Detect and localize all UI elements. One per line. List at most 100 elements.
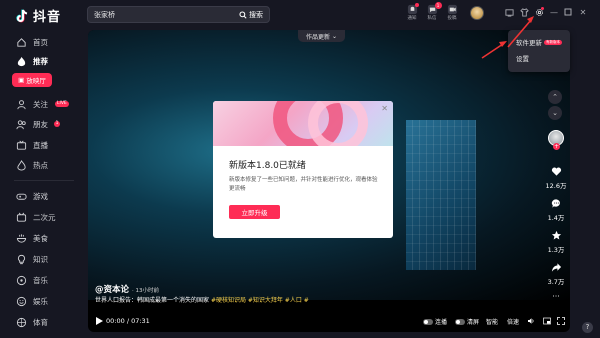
clear-screen-toggle[interactable]: 清屏 [455, 317, 479, 326]
volume-icon [528, 318, 534, 324]
more-button[interactable]: ··· [544, 292, 568, 301]
user-icon [17, 99, 26, 109]
sidebar-item-anime[interactable]: 二次元 [16, 210, 56, 224]
sidebar-item-sports[interactable]: 体育 [16, 315, 48, 329]
sidebar-item-home[interactable]: 首页 [16, 35, 48, 49]
sidebar-item-music[interactable]: 音乐 [16, 273, 48, 287]
user-avatar[interactable] [470, 6, 484, 20]
upgrade-now-button[interactable]: 立即升级 [229, 205, 280, 219]
search-button[interactable]: 搜索 [239, 10, 269, 20]
upload-button[interactable]: 投稿 [442, 4, 462, 21]
menu-item-software-update[interactable]: 软件更新 有新版本 [516, 37, 562, 47]
screen-cast-button[interactable] [504, 8, 514, 18]
minimize-button[interactable]: — [549, 8, 559, 18]
new-version-badge: 有新版本 [544, 39, 562, 45]
quality-button[interactable]: 智能 [486, 317, 498, 326]
post-time: · 13小时前 [131, 288, 159, 294]
volume-button[interactable] [527, 317, 535, 325]
update-dialog: ✕ 新版本1.8.0已就绪 新版本修复了一些已知问题，并针对性能进行优化，观看体… [213, 101, 393, 238]
app-name: 抖音 [33, 10, 62, 25]
upload-label: 投稿 [447, 16, 457, 21]
settings-button[interactable] [534, 7, 544, 18]
hashtags[interactable]: #硬核知识局 #知识大拜年 #人口 # [211, 297, 309, 304]
gamepad-icon [16, 193, 27, 200]
video-author[interactable]: @资本论 · 13小时前 [95, 283, 159, 295]
sidebar-divider [14, 180, 74, 181]
sidebar-item-live[interactable]: 直播 [16, 138, 48, 152]
comment-icon [551, 199, 560, 208]
app-logo[interactable]: 抖音 [14, 6, 61, 25]
notifications-label: 通知 [407, 16, 417, 21]
sidebar-item-theater[interactable]: ▣ 放映厅 [12, 73, 52, 87]
notifications-button[interactable]: 通知 [402, 3, 422, 21]
sidebar-item-label: 美食 [33, 233, 48, 243]
description-text: 世界人口报告：韩国成最第一个消失的国家 [95, 297, 210, 304]
food-icon [16, 233, 27, 243]
settings-menu: 软件更新 有新版本 设置 [508, 30, 570, 72]
skin-button[interactable] [519, 8, 529, 18]
comment-button[interactable]: 1.4万 [544, 198, 568, 222]
recommend-icon [17, 56, 26, 66]
sidebar-item-label: 音乐 [33, 275, 48, 285]
sidebar-item-label: 关注 [33, 99, 48, 109]
menu-item-settings[interactable]: 设置 [516, 53, 529, 63]
favorite-button[interactable]: 1.3万 [544, 230, 568, 254]
search-button-label: 搜索 [249, 10, 263, 19]
fullscreen-icon [557, 317, 565, 325]
star-icon [551, 230, 561, 240]
sidebar-item-label: 放映厅 [26, 77, 46, 85]
share-button[interactable]: 3.7万 [544, 262, 568, 286]
works-update-tab[interactable]: 作品更新 ⌄ [298, 30, 346, 42]
close-window-button[interactable]: ✕ [578, 8, 588, 18]
messages-button[interactable]: 1 私信 [422, 2, 442, 21]
chevron-down-icon: ⌄ [552, 109, 558, 117]
speed-button[interactable]: 倍速 [507, 317, 519, 326]
help-button[interactable]: ? [582, 322, 593, 333]
sidebar-item-label: 二次元 [33, 212, 56, 222]
sidebar-item-label: 热点 [33, 160, 48, 170]
like-button[interactable]: 12.6万 [544, 166, 568, 190]
sidebar-item-knowledge[interactable]: 知识 [16, 252, 48, 266]
maximize-button[interactable] [563, 8, 573, 18]
duration: 07:31 [131, 317, 150, 325]
follow-plus-icon[interactable]: + [553, 143, 560, 150]
fullscreen-button[interactable] [557, 317, 565, 325]
autoplay-toggle[interactable]: 连播 [423, 317, 447, 326]
minimize-icon: — [550, 8, 558, 17]
sidebar-item-recommend[interactable]: 推荐 [16, 54, 48, 68]
pip-button[interactable] [543, 317, 551, 325]
home-icon [17, 37, 26, 47]
sidebar-item-games[interactable]: 游戏 [16, 189, 48, 203]
sidebar-item-following[interactable]: 关注 LIVE [16, 97, 69, 111]
dialog-close-icon[interactable]: ✕ [381, 104, 388, 113]
entertainment-icon [16, 296, 27, 306]
sidebar-item-trending[interactable]: 热点 [16, 158, 48, 172]
next-video-button[interactable]: ⌄ [548, 106, 562, 120]
sidebar-item-label: 知识 [33, 254, 48, 264]
sidebar-item-label: 推荐 [33, 56, 48, 66]
author-name: @资本论 [95, 285, 130, 295]
menu-item-label: 软件更新 [516, 39, 542, 47]
shirt-icon [519, 8, 529, 17]
cast-icon [504, 9, 514, 17]
share-icon [551, 263, 561, 272]
play-icon[interactable] [96, 317, 103, 325]
sidebar-item-entertainment[interactable]: 娱乐 [16, 294, 48, 308]
friends-badge: 1 [54, 121, 60, 127]
close-icon: ✕ [579, 8, 587, 17]
search-input[interactable]: 张家桥 [88, 10, 239, 20]
message-icon: 1 [427, 2, 442, 15]
douyin-logo-icon [16, 9, 28, 22]
sidebar-item-food[interactable]: 美食 [16, 231, 48, 245]
sidebar-item-friends[interactable]: 朋友 1 [16, 117, 60, 131]
menu-item-label: 设置 [516, 55, 529, 63]
chevron-down-icon: ⌄ [332, 32, 338, 40]
music-icon [16, 275, 27, 285]
notification-dot [414, 3, 419, 7]
search-bar: 张家桥 搜索 [87, 6, 270, 23]
upload-icon [447, 4, 458, 15]
sidebar-item-label: 娱乐 [33, 296, 48, 306]
sidebar-item-label: 游戏 [33, 191, 48, 201]
clear-screen-label: 清屏 [467, 319, 480, 326]
previous-video-button[interactable]: ⌃ [548, 90, 562, 104]
